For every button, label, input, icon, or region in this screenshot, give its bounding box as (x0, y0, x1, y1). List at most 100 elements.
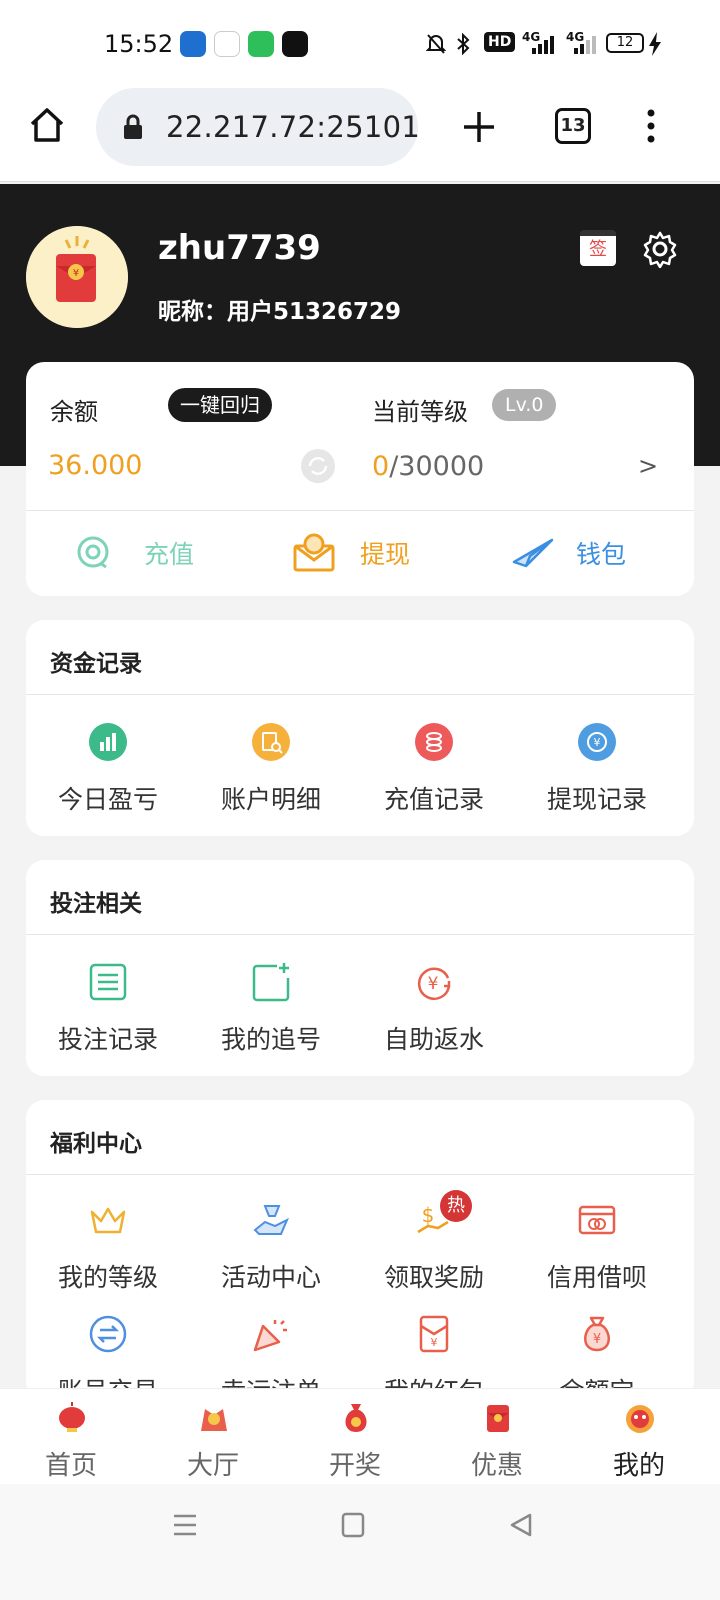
charging-icon (649, 32, 661, 56)
svg-text:¥: ¥ (594, 736, 601, 749)
app-notification-icon (214, 31, 240, 57)
svg-text:¥: ¥ (73, 268, 79, 279)
svg-text:¥: ¥ (431, 1336, 438, 1349)
account-detail-item[interactable]: 账户明细 (189, 722, 353, 822)
today-profit-label: 今日盈亏 (57, 785, 158, 814)
my-chase-label: 我的追号 (220, 1025, 321, 1054)
bet-record-label: 投注记录 (57, 1025, 158, 1054)
welfare-title: 福利中心 (50, 1131, 142, 1157)
mute-bell-icon (426, 34, 446, 54)
sign-in-label: 签 (589, 239, 607, 260)
avatar[interactable]: ¥ (26, 226, 128, 328)
address-bar[interactable]: 22.217.72:25101 (96, 88, 421, 166)
home-button-icon[interactable] (341, 1512, 365, 1538)
recharge-icon (77, 536, 109, 569)
crown-icon (90, 1207, 126, 1234)
nav-promotions[interactable]: 优惠 (426, 1389, 568, 1485)
coins-icon (415, 723, 453, 761)
level-progress-current: 0 (372, 451, 390, 482)
credit-loan-item[interactable]: 信用借呗 (515, 1200, 679, 1300)
card-icon (578, 1205, 616, 1235)
app-notification-icon (180, 31, 206, 57)
nav-mine[interactable]: 我的 (568, 1389, 710, 1485)
tiktok-icon (282, 31, 308, 57)
welfare-card: 福利中心 我的等级 活动中心 $ 热 领取奖励 信用借呗 账号交易 幸运注单 ¥… (26, 1100, 694, 1400)
messages-icon (248, 31, 274, 57)
fund-records-card: 资金记录 今日盈亏 账户明细 充值记录 ¥ 提现记录 (26, 620, 694, 836)
nav-draw[interactable]: 开奖 (284, 1389, 426, 1485)
nav-mine-label: 我的 (612, 1451, 665, 1481)
system-navigation-bar (0, 1484, 720, 1600)
username: zhu7739 (158, 228, 321, 268)
status-time: 15:52 (104, 30, 174, 58)
bet-record-item[interactable]: 投注记录 (26, 962, 190, 1062)
level-progress-total: /30000 (389, 451, 485, 482)
nav-lobby[interactable]: 大厅 (142, 1389, 284, 1485)
new-tab-icon[interactable] (462, 110, 496, 144)
list-icon (89, 963, 127, 1001)
lucky-bag-icon (345, 1404, 367, 1432)
lantern-icon (59, 1402, 85, 1432)
add-square-icon (252, 963, 290, 1002)
url-text: 22.217.72:25101 (166, 110, 421, 144)
lock-icon (124, 114, 142, 139)
balance-card: 余额 一键回归 36.000 当前等级 Lv.0 0/30000 > 充值 提现… (26, 362, 694, 596)
nickname: 昵称：用户51326729 (158, 299, 402, 325)
wallet-button[interactable]: 钱包 (512, 528, 672, 580)
balance-divider (26, 510, 694, 511)
section-divider (26, 694, 694, 695)
today-profit-item[interactable]: 今日盈亏 (26, 722, 190, 822)
home-icon[interactable] (28, 106, 66, 144)
search-document-icon (252, 723, 290, 761)
nav-draw-label: 开奖 (328, 1451, 381, 1481)
withdraw-icon (293, 533, 335, 572)
tab-switcher-button[interactable]: 13 (555, 108, 591, 144)
wallet-label: 钱包 (576, 540, 627, 569)
more-menu-icon[interactable] (644, 108, 658, 144)
level-label: 当前等级 (372, 398, 468, 426)
lion-dance-icon (201, 1409, 227, 1431)
settings-gear-icon[interactable] (641, 230, 679, 268)
balance-value: 36.000 (48, 450, 143, 481)
my-level-item[interactable]: 我的等级 (26, 1200, 190, 1300)
level-detail-arrow[interactable]: > (638, 452, 658, 480)
recharge-record-item[interactable]: 充值记录 (352, 722, 516, 822)
recent-apps-icon[interactable] (172, 1512, 198, 1538)
level-badge: Lv.0 (492, 389, 557, 421)
svg-text:¥: ¥ (593, 1332, 601, 1347)
my-chase-item[interactable]: 我的追号 (189, 962, 353, 1062)
withdraw-button[interactable]: 提现 (292, 528, 452, 580)
section-divider (26, 934, 694, 935)
hd-icon: HD (484, 32, 516, 52)
nav-home-label: 首页 (44, 1451, 97, 1481)
svg-text:¥: ¥ (428, 974, 439, 994)
bluetooth-icon (457, 33, 470, 55)
section-divider (26, 1174, 694, 1175)
back-icon[interactable] (508, 1512, 534, 1538)
betting-title: 投注相关 (50, 891, 142, 917)
recall-all-button[interactable]: 一键回归 (168, 388, 272, 422)
browser-toolbar: 22.217.72:25101 13 (0, 84, 720, 182)
yuan-refresh-icon: ¥ (578, 723, 616, 761)
self-rebate-label: 自助返水 (383, 1025, 484, 1054)
party-popper-icon (253, 1320, 287, 1352)
recharge-button[interactable]: 充值 (74, 528, 234, 580)
withdraw-record-item[interactable]: ¥ 提现记录 (515, 722, 679, 822)
red-packet-icon (487, 1405, 509, 1432)
bar-chart-icon (89, 723, 127, 761)
self-rebate-item[interactable]: ¥ 自助返水 (352, 962, 516, 1062)
nav-promotions-label: 优惠 (470, 1451, 523, 1481)
exchange-icon (89, 1315, 127, 1353)
fund-records-title: 资金记录 (50, 651, 142, 677)
battery-icon: 12 (606, 33, 644, 53)
refresh-balance-icon[interactable] (300, 448, 336, 484)
hot-badge: 热 (440, 1190, 472, 1222)
activity-center-item[interactable]: 活动中心 (189, 1200, 353, 1300)
claim-reward-item[interactable]: $ 热 领取奖励 (352, 1190, 516, 1300)
nav-home[interactable]: 首页 (0, 1389, 142, 1485)
wallet-icon (512, 538, 554, 568)
recharge-label: 充值 (144, 540, 195, 569)
sign-in-button[interactable]: 签 (580, 230, 616, 266)
lion-head-icon (626, 1405, 654, 1433)
yuan-cycle-icon: ¥ (417, 967, 451, 1001)
